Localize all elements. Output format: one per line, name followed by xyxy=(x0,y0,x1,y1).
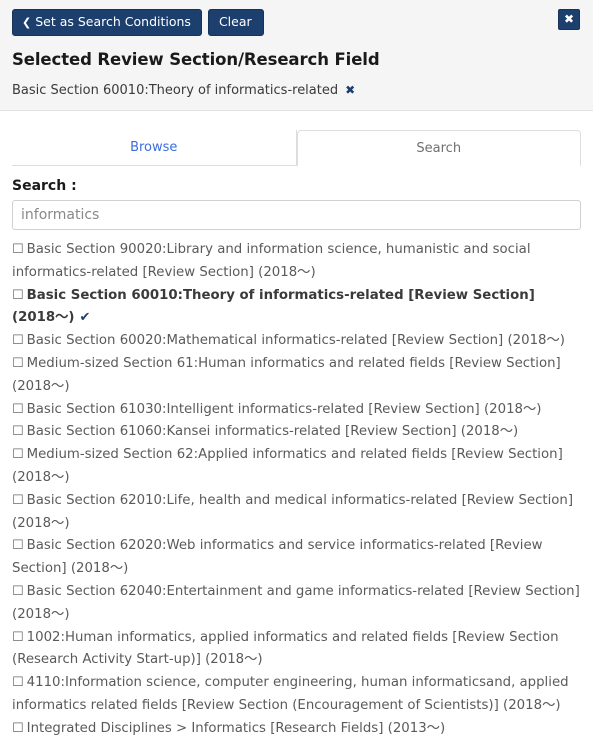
tabs-container: Browse Search xyxy=(0,111,593,166)
panel-header: ❮ Set as Search Conditions Clear ✖ Select… xyxy=(0,0,593,111)
checkbox-icon[interactable]: ☐ xyxy=(12,538,24,553)
tab-list: Browse Search xyxy=(12,130,581,166)
close-icon[interactable]: ✖ xyxy=(558,9,580,30)
list-item-label: Medium-sized Section 62:Applied informat… xyxy=(12,447,563,485)
header-button-row: ❮ Set as Search Conditions Clear xyxy=(12,9,581,37)
list-item-label: Basic Section 62020:Web informatics and … xyxy=(12,538,543,577)
check-mark-icon: ✔ xyxy=(79,310,91,326)
set-as-search-conditions-label: Set as Search Conditions xyxy=(35,14,191,29)
list-item-label: Basic Section 61060:Kansei informatics-r… xyxy=(26,424,519,440)
clear-button[interactable]: Clear xyxy=(207,9,264,36)
checkbox-icon[interactable]: ☐ xyxy=(12,333,24,348)
list-item-label: Basic Section 90020:Library and informat… xyxy=(12,242,531,280)
set-as-search-conditions-button[interactable]: ❮ Set as Search Conditions xyxy=(12,9,202,37)
list-item[interactable]: ☐ 1002:Human informatics, applied informa… xyxy=(12,627,581,673)
checkbox-icon[interactable]: ☐ xyxy=(12,675,24,690)
list-item[interactable]: ☐ Basic Section 60020:Mathematical inform… xyxy=(12,330,581,353)
list-item[interactable]: ☐ Basic Section 62040:Entertainment and g… xyxy=(12,581,581,627)
checkbox-icon[interactable]: ☐ xyxy=(12,402,24,417)
list-item[interactable]: ☐ Medium-sized Section 61:Human informati… xyxy=(12,353,581,399)
checkbox-icon[interactable]: ☐ xyxy=(12,493,24,508)
page-title: Selected Review Section/Research Field xyxy=(12,50,380,70)
list-item[interactable]: ☐ Basic Section 61060:Kansei informatics-… xyxy=(12,421,581,444)
checkbox-icon[interactable]: ☐ xyxy=(12,242,24,257)
chevron-left-icon: ❮ xyxy=(22,15,32,29)
search-label: Search : xyxy=(12,178,77,194)
checkbox-icon[interactable]: ☐ xyxy=(12,584,24,599)
list-item[interactable]: ☐ Basic Section 62020:Web informatics and… xyxy=(12,535,581,581)
list-item-label: Basic Section 61030:Intelligent informat… xyxy=(26,401,542,417)
list-item[interactable]: ☐ Medium-sized Section 62:Applied informa… xyxy=(12,444,581,490)
list-item[interactable]: ☐ Basic Section 61030:Intelligent informa… xyxy=(12,399,581,422)
list-item-label: Medium-sized Section 61:Human informatic… xyxy=(12,355,561,394)
search-input[interactable] xyxy=(12,200,581,230)
list-item-label: 4110:Information science, computer engin… xyxy=(12,675,569,713)
list-item[interactable]: ☐ Basic Section 62010:Life, health and me… xyxy=(12,490,581,536)
selected-field-label: Basic Section 60010:Theory of informatic… xyxy=(12,83,339,99)
list-item[interactable]: ☐ Basic Section 90020:Library and informa… xyxy=(12,239,581,285)
checkbox-icon[interactable]: ☐ xyxy=(12,447,24,462)
list-item-label: Basic Section 60020:Mathematical informa… xyxy=(26,333,565,349)
list-item-label: Basic Section 62010:Life, health and med… xyxy=(12,492,574,531)
selected-field-row: Basic Section 60010:Theory of informatic… xyxy=(12,83,581,98)
checkbox-icon[interactable]: ☐ xyxy=(12,424,24,439)
list-item-label: 1002:Human informatics, applied informat… xyxy=(12,629,559,668)
tab-search[interactable]: Search xyxy=(296,130,581,166)
list-item-label: Integrated Disciplines > Informatics [Re… xyxy=(26,720,446,736)
list-item-label: Basic Section 60010:Theory of informatic… xyxy=(12,287,535,326)
list-item[interactable]: ☐ Basic Section 60010:Theory of informati… xyxy=(12,285,581,331)
checkbox-icon[interactable]: ☐ xyxy=(12,288,24,303)
checkbox-icon[interactable]: ☐ xyxy=(12,630,24,645)
tab-browse[interactable]: Browse xyxy=(12,130,297,166)
list-item-label: Basic Section 62040:Entertainment and ga… xyxy=(12,583,580,622)
remove-selected-field-icon[interactable]: ✖ xyxy=(345,83,355,97)
checkbox-icon[interactable]: ☐ xyxy=(12,721,24,736)
list-item[interactable]: ☐ 4110:Information science, computer engi… xyxy=(12,672,581,718)
search-results-list: ☐ Basic Section 90020:Library and informa… xyxy=(0,230,593,741)
search-area: Search : xyxy=(0,166,593,230)
checkbox-icon[interactable]: ☐ xyxy=(12,356,24,371)
list-item[interactable]: ☐ Integrated Disciplines > Informatics [R… xyxy=(12,718,581,741)
